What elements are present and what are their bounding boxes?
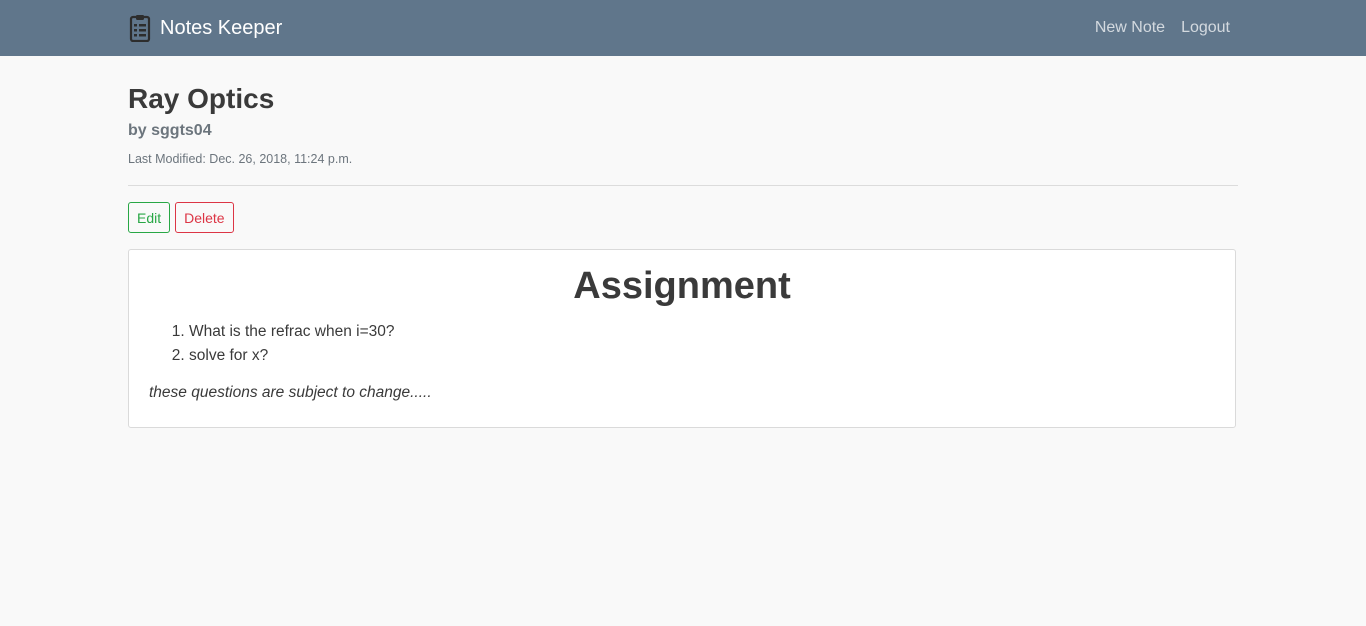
note-last-modified: Last Modified: Dec. 26, 2018, 11:24 p.m. (128, 152, 353, 166)
brand-link[interactable]: Notes Keeper (128, 14, 283, 43)
delete-button[interactable]: Delete (175, 202, 234, 233)
card-footnote: these questions are subject to change...… (149, 384, 432, 401)
note-author: by sggts04 (128, 122, 212, 139)
note-title: Ray Optics (128, 83, 275, 114)
nav-new-note-link[interactable]: New Note (1095, 19, 1165, 37)
divider (128, 185, 1238, 186)
note-card: Assignment What is the refrac when i=30?… (128, 249, 1236, 428)
navbar-inner: Notes Keeper New Note Logout (128, 0, 1238, 56)
nav-links: New Note Logout (1079, 19, 1230, 37)
clipboard-icon (128, 14, 152, 43)
list-item: What is the refrac when i=30? (189, 320, 1235, 344)
brand-label: Notes Keeper (160, 16, 283, 39)
navbar: Notes Keeper New Note Logout (0, 0, 1366, 56)
card-heading: Assignment (573, 265, 791, 307)
note-actions: Edit Delete (128, 202, 1238, 233)
edit-button[interactable]: Edit (128, 202, 171, 233)
main-content: Ray Optics by sggts04 Last Modified: Dec… (128, 56, 1238, 428)
nav-logout-link[interactable]: Logout (1181, 19, 1230, 37)
card-question-list: What is the refrac when i=30? solve for … (129, 320, 1235, 368)
list-item: solve for x? (189, 344, 1235, 368)
